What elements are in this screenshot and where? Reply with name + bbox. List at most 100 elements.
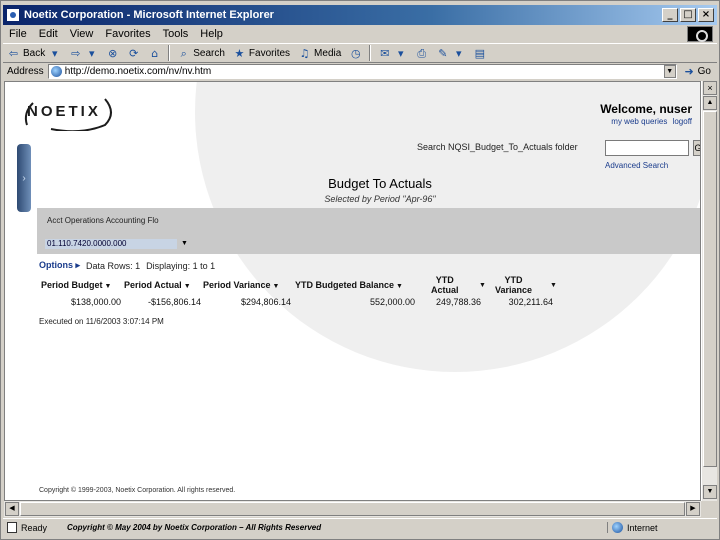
security-zone: Internet [607, 522, 717, 533]
report-subtitle: Selected by Period "Apr-96" [324, 194, 436, 204]
data-rows-count: Data Rows: 1 [86, 260, 141, 271]
scroll-left-icon[interactable]: ◀ [5, 502, 19, 516]
page-viewport: NOETIX Welcome, nuser my web queries log… [4, 81, 701, 501]
folder-search-label: Search NQSI_Budget_To_Actuals folder [417, 142, 578, 152]
media-icon: ♫ [299, 46, 310, 60]
favorites-button[interactable]: ★ Favorites [229, 44, 294, 62]
history-button[interactable]: ◷ [345, 44, 366, 62]
sort-icon[interactable]: ▼ [479, 282, 486, 289]
options-label: Options [39, 260, 73, 270]
logoff-link[interactable]: logoff [673, 117, 692, 126]
edit-button[interactable]: ✎ ▾ [432, 44, 469, 62]
column-label: Variance [495, 285, 533, 295]
menu-file[interactable]: File [3, 28, 33, 40]
page-icon [50, 65, 62, 77]
column-label: Period Budget [41, 280, 103, 290]
go-arrow-icon: ➜ [684, 64, 694, 78]
search-go-button[interactable]: G [693, 140, 700, 156]
discuss-button[interactable]: ▤ [469, 44, 490, 62]
close-button[interactable]: × [698, 8, 714, 22]
column-period-variance[interactable]: Period Variance ▼ [203, 280, 279, 290]
edit-icon: ✎ [438, 46, 448, 60]
history-icon: ◷ [350, 46, 361, 60]
menu-edit[interactable]: Edit [33, 28, 64, 40]
sort-icon[interactable]: ▼ [273, 283, 280, 290]
noetix-logo[interactable]: NOETIX [21, 95, 117, 133]
parameter-select[interactable]: 01.110.7420.0000.000 [45, 239, 177, 249]
back-button[interactable]: ⇦ Back ▾ [3, 44, 65, 62]
menu-help[interactable]: Help [194, 28, 229, 40]
stop-icon: ⊗ [108, 46, 118, 60]
discuss-icon: ▤ [474, 46, 485, 60]
column-period-budget[interactable]: Period Budget ▼ [41, 280, 111, 290]
window-title: Noetix Corporation - Microsoft Internet … [24, 9, 274, 21]
column-ytd-variance[interactable]: YTD Variance [495, 275, 532, 295]
my-web-queries-link[interactable]: my web queries [611, 117, 667, 126]
search-icon: ⌕ [180, 46, 187, 60]
maximize-button[interactable]: □ [680, 8, 696, 22]
internet-zone-icon [612, 522, 623, 533]
horizontal-scroll-thumb[interactable] [20, 502, 685, 516]
vertical-scroll-thumb[interactable] [703, 111, 717, 467]
menu-view[interactable]: View [64, 28, 100, 40]
scroll-up-icon[interactable]: ▲ [703, 96, 717, 110]
column-label: YTD Budgeted Balance [295, 280, 395, 290]
close-icon[interactable]: × [703, 81, 717, 95]
displaying-range: Displaying: 1 to 1 [146, 260, 216, 271]
status-bar: Ready Copyright © May 2004 by Noetix Cor… [3, 518, 717, 536]
chevron-down-icon[interactable]: ▼ [181, 240, 188, 247]
media-label: Media [314, 47, 342, 59]
folder-search-input[interactable] [605, 140, 689, 156]
sort-icon[interactable]: ▼ [550, 282, 557, 289]
favorites-icon: ★ [234, 46, 245, 60]
parameter-label: Acct Operations Accounting Flo [47, 216, 159, 225]
standard-toolbar: ⇦ Back ▾ ⇨ ▾ ⊗ ⟳ ⌂ ⌕ Search ★ Favorites … [3, 43, 717, 63]
print-button[interactable]: ⎙ [411, 44, 432, 62]
cell-period-actual: -$156,806.14 [147, 297, 201, 307]
options-link[interactable]: Options ▸ [39, 260, 80, 271]
mail-button[interactable]: ✉ ▾ [374, 44, 411, 62]
status-copyright: Copyright © May 2004 by Noetix Corporati… [67, 523, 322, 532]
column-label: YTD [435, 275, 454, 285]
report-title: Budget To Actuals [328, 176, 432, 191]
column-label: Period Actual [124, 280, 182, 290]
dropdown-arrow-icon: ▾ [456, 46, 462, 60]
column-ytd-actual[interactable]: YTD Actual [431, 275, 459, 295]
refresh-button[interactable]: ⟳ [123, 44, 144, 62]
home-button[interactable]: ⌂ [144, 44, 165, 62]
vertical-scrollbar[interactable]: × ▲ ▼ [701, 81, 717, 501]
horizontal-scrollbar[interactable]: ◀ ▶ [4, 501, 701, 517]
scroll-right-icon[interactable]: ▶ [686, 502, 700, 516]
column-label: Period Variance [203, 280, 271, 290]
back-label: Back [23, 47, 46, 59]
menu-tools[interactable]: Tools [157, 28, 195, 40]
advanced-search-link[interactable]: Advanced Search [605, 161, 668, 170]
go-label: Go [697, 65, 711, 77]
page-copyright: Copyright © 1999-2003, Noetix Corporatio… [39, 487, 236, 494]
forward-button[interactable]: ⇨ ▾ [65, 44, 102, 62]
title-bar[interactable]: Noetix Corporation - Microsoft Internet … [3, 5, 717, 25]
menu-favorites[interactable]: Favorites [99, 28, 156, 40]
document-icon [7, 522, 17, 533]
minimize-button[interactable]: _ [662, 8, 678, 22]
address-dropdown-icon[interactable]: ▼ [663, 64, 676, 78]
back-arrow-icon: ⇦ [8, 46, 19, 60]
media-button[interactable]: ♫ Media [294, 44, 345, 62]
stop-button[interactable]: ⊗ [102, 44, 123, 62]
browser-window: Noetix Corporation - Microsoft Internet … [0, 0, 720, 540]
cell-period-variance: $294,806.14 [240, 297, 291, 307]
column-label: YTD [504, 275, 523, 285]
ready-text: Ready [21, 522, 48, 533]
scroll-down-icon[interactable]: ▼ [703, 485, 717, 499]
column-period-actual[interactable]: Period Actual ▼ [124, 280, 191, 290]
sort-icon[interactable]: ▼ [396, 283, 403, 290]
go-button[interactable]: ➜ Go [677, 65, 717, 78]
welcome-text: Welcome, nuser [600, 102, 692, 116]
search-button[interactable]: ⌕ Search [173, 44, 229, 62]
sidebar-toggle[interactable]: › [17, 144, 31, 212]
address-input[interactable]: http://demo.noetix.com/nv/nv.htm ▼ [47, 63, 677, 79]
sort-icon[interactable]: ▼ [105, 283, 112, 290]
column-ytd-budgeted-balance[interactable]: YTD Budgeted Balance ▼ [295, 280, 403, 290]
column-label: Actual [431, 285, 459, 295]
sort-icon[interactable]: ▼ [184, 283, 191, 290]
